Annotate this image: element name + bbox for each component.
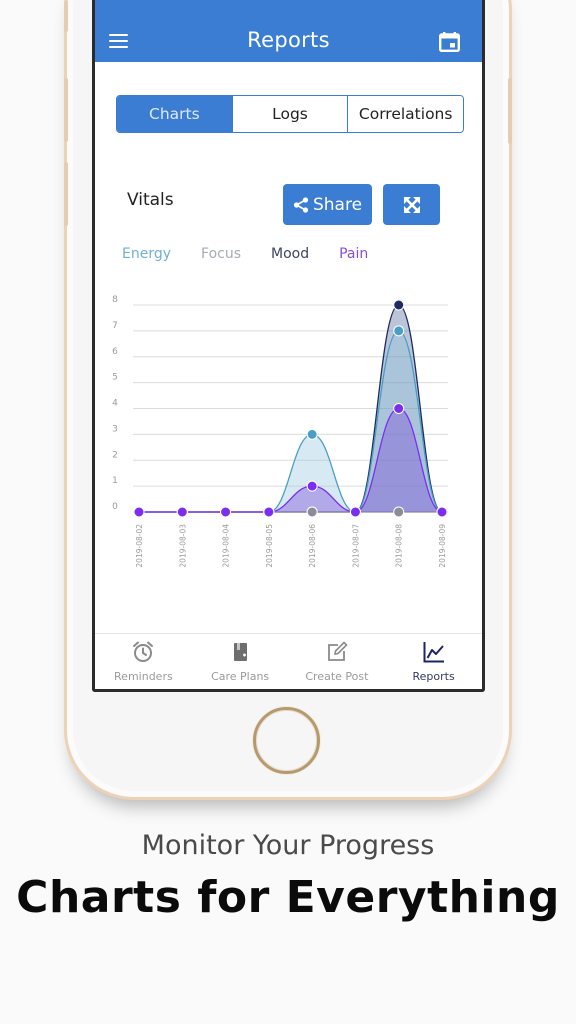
home-button[interactable]: [253, 707, 320, 774]
volume-down-button: [64, 162, 68, 226]
x-tick-label: 2019-08-03: [178, 524, 187, 568]
point-energy: [393, 325, 405, 337]
report-tabs: Charts Logs Correlations: [116, 95, 464, 133]
point-energy: [306, 428, 318, 440]
y-tick-label: 1: [112, 476, 118, 486]
nav-label: Care Plans: [211, 670, 270, 683]
point-focus: [393, 506, 405, 518]
vitals-chart: 0 1 2 3 4 5 6 7 8 2019-08-02 2019-08-03 2019-08-04 2…: [112, 295, 448, 568]
point-pain: [436, 506, 448, 518]
page-title: Reports: [247, 28, 330, 52]
bottom-nav: Reminders Care Plans Create Post Reports: [95, 633, 482, 689]
y-tick-label: 0: [112, 502, 118, 512]
nav-reminders[interactable]: Reminders: [95, 634, 192, 689]
tab-correlations[interactable]: Correlations: [347, 96, 463, 132]
calendar-icon[interactable]: [439, 32, 460, 52]
x-tick-label: 2019-08-05: [265, 524, 274, 568]
alarm-clock-icon: [133, 641, 154, 662]
y-tick-label: 4: [112, 399, 118, 409]
x-tick-label: 2019-08-06: [308, 524, 317, 568]
share-button[interactable]: Share: [283, 184, 372, 225]
y-tick-label: 2: [112, 450, 118, 460]
point-pain: [349, 506, 361, 518]
legend-energy[interactable]: Energy: [122, 246, 171, 262]
tab-charts[interactable]: Charts: [117, 96, 232, 132]
nav-label: Create Post: [305, 670, 369, 683]
point-mood: [393, 299, 405, 311]
volume-up-button: [64, 78, 68, 142]
x-tick-label: 2019-08-09: [438, 524, 447, 568]
expand-arrows-icon: [403, 196, 420, 213]
y-tick-label: 8: [112, 295, 118, 305]
share-label: Share: [312, 194, 363, 215]
point-pain: [306, 480, 318, 492]
chart-section-title: Vitals: [127, 190, 174, 210]
nav-reports[interactable]: Reports: [385, 634, 482, 689]
edit-post-icon: [327, 641, 348, 661]
x-tick-label: 2019-08-04: [222, 524, 231, 568]
x-tick-label: 2019-08-08: [395, 524, 404, 568]
point-pain: [220, 506, 232, 518]
y-tick-label: 3: [112, 424, 118, 434]
legend-mood[interactable]: Mood: [271, 246, 309, 262]
point-pain: [393, 403, 405, 414]
app-header: Reports: [95, 0, 482, 62]
y-tick-label: 6: [112, 347, 118, 357]
promo-headline: Charts for Everything: [16, 872, 560, 923]
line-chart-icon: [423, 642, 444, 663]
fullscreen-button[interactable]: [383, 184, 440, 225]
x-tick-label: 2019-08-07: [351, 524, 360, 568]
legend-focus[interactable]: Focus: [201, 246, 241, 262]
nav-label: Reminders: [114, 670, 173, 683]
legend-pain[interactable]: Pain: [339, 246, 368, 262]
care-plan-book-icon: [234, 643, 248, 661]
chart-legend: Energy Focus Mood Pain: [122, 246, 398, 262]
x-tick-label: 2019-08-02: [135, 524, 144, 568]
point-pain: [176, 506, 188, 518]
tab-logs[interactable]: Logs: [231, 96, 348, 132]
point-pain: [133, 506, 145, 518]
nav-label: Reports: [412, 670, 455, 683]
point-focus: [306, 506, 318, 518]
nav-care-plans[interactable]: Care Plans: [192, 634, 289, 689]
mute-switch: [64, 0, 68, 32]
nav-create-post[interactable]: Create Post: [289, 634, 386, 689]
y-tick-label: 7: [112, 321, 118, 331]
power-button: [508, 78, 512, 144]
y-tick-label: 5: [112, 373, 118, 383]
app-screen: Reports Charts Logs Correlations Vitals …: [92, 0, 485, 692]
point-pain: [263, 506, 275, 518]
share-icon: [293, 196, 309, 213]
promo-tagline: Monitor Your Progress: [141, 830, 435, 861]
